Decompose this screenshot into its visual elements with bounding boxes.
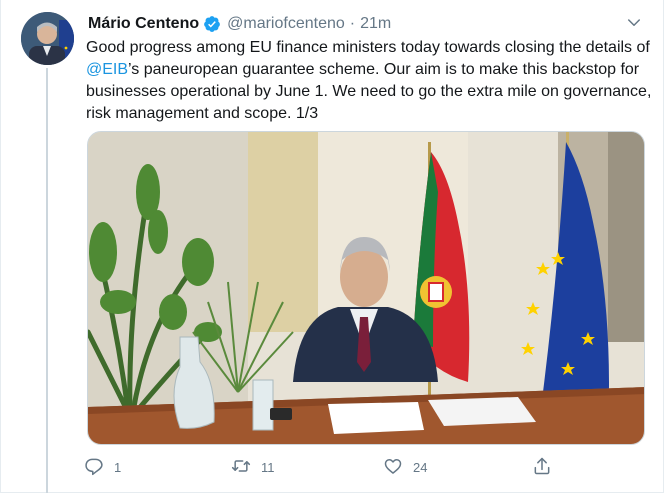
reply-count: 1 — [114, 459, 122, 475]
like-button[interactable]: 24 — [383, 453, 427, 481]
tweet-text: Good progress among EU finance ministers… — [86, 37, 656, 125]
author-handle[interactable]: @mariofcenteno — [227, 15, 345, 33]
reply-button[interactable]: 1 — [84, 453, 121, 481]
author-name[interactable]: Mário Centeno — [88, 15, 199, 33]
tweet-text-part: ’s paneuropean guarantee scheme. Our aim… — [86, 61, 652, 122]
retweet-icon — [231, 456, 251, 479]
retweet-button[interactable]: 11 — [231, 453, 275, 481]
tweet[interactable]: Mário Centeno @mariofcenteno · 21m Good … — [0, 0, 664, 493]
retweet-count: 11 — [261, 459, 275, 475]
verified-icon — [203, 15, 221, 33]
tweet-text-part: Good progress among EU finance ministers… — [86, 39, 650, 56]
chevron-down-icon[interactable] — [625, 14, 643, 32]
header-separator: · — [349, 15, 356, 32]
like-icon — [383, 456, 403, 479]
share-icon — [532, 456, 552, 479]
avatar[interactable] — [21, 12, 74, 65]
like-count: 24 — [413, 459, 428, 475]
mention-link[interactable]: @EIB — [86, 61, 128, 78]
tweet-header: Mário Centeno @mariofcenteno · 21m — [88, 13, 643, 35]
tweet-photo[interactable] — [87, 131, 645, 445]
timestamp[interactable]: 21m — [360, 15, 391, 33]
thread-line — [46, 68, 48, 493]
share-button[interactable] — [532, 453, 552, 481]
reply-icon — [84, 456, 104, 479]
tweet-actions: 1 11 24 — [81, 453, 561, 481]
